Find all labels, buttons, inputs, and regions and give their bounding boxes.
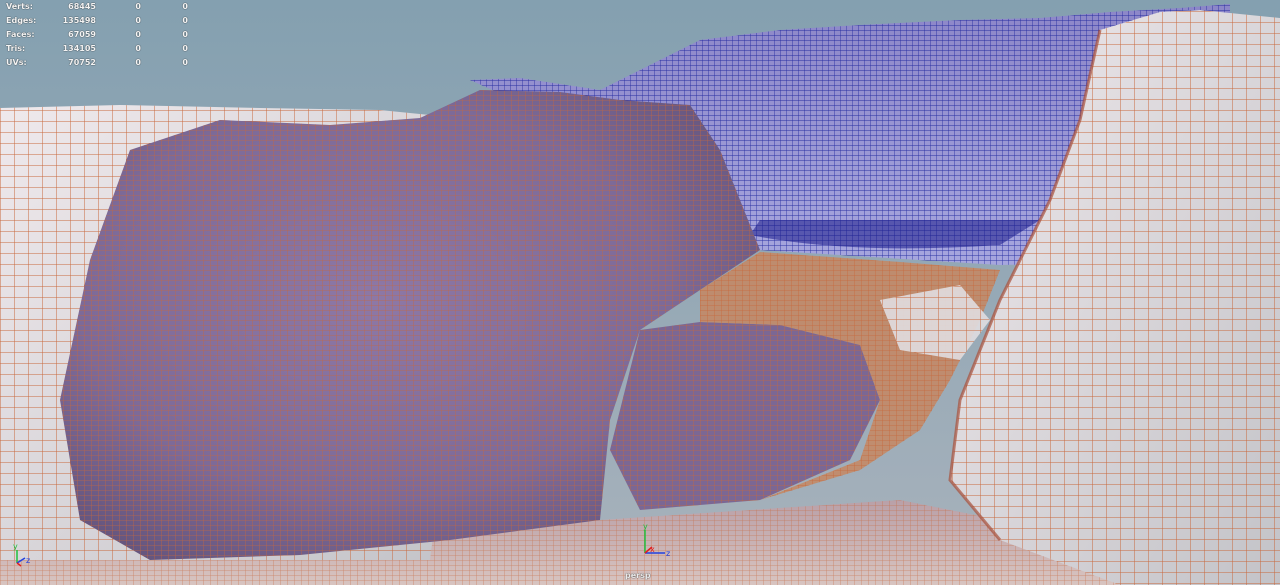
- hud-component-value: 0: [182, 16, 188, 25]
- hud-label: Tris:: [6, 44, 26, 53]
- hud-row-uvs: UVs: 70752 0 0: [6, 56, 188, 70]
- hud-component-value: 0: [182, 44, 188, 53]
- hud-total-value: 70752: [68, 58, 96, 67]
- hud-selected-value: 0: [135, 58, 141, 67]
- terrain-scene[interactable]: y z y x z: [0, 0, 1280, 585]
- hud-row-edges: Edges: 135498 0 0: [6, 14, 188, 28]
- hud-total-value: 67059: [68, 30, 96, 39]
- hud-total-value: 134105: [62, 44, 96, 53]
- viewport-panel[interactable]: y z y x z Verts: 68445 0 0 Edges: 135498 0 0 Fac…: [0, 0, 1280, 585]
- hud-label: Edges:: [6, 16, 37, 25]
- hud-label: UVs:: [6, 58, 27, 67]
- hud-selected-value: 0: [135, 30, 141, 39]
- hud-selected-value: 0: [135, 2, 141, 11]
- pivot-y-label: y: [643, 522, 648, 531]
- gizmo-y-label: y: [13, 542, 18, 551]
- hud-row-verts: Verts: 68445 0 0: [6, 0, 188, 14]
- hud-component-value: 0: [182, 2, 188, 11]
- hud-label: Faces:: [6, 30, 35, 39]
- hud-component-value: 0: [182, 58, 188, 67]
- hud-selected-value: 0: [135, 16, 141, 25]
- hud-row-faces: Faces: 67059 0 0: [6, 28, 188, 42]
- hud-total-value: 135498: [62, 16, 96, 25]
- pivot-z-label: z: [666, 549, 670, 558]
- hud-total-value: 68445: [68, 2, 96, 11]
- hud-label: Verts:: [6, 2, 33, 11]
- hud-component-value: 0: [182, 30, 188, 39]
- camera-name-label: persp: [625, 571, 651, 580]
- hud-row-tris: Tris: 134105 0 0: [6, 42, 188, 56]
- gizmo-z-label: z: [26, 556, 30, 565]
- poly-count-hud: Verts: 68445 0 0 Edges: 135498 0 0 Faces: 67059 0 0…: [6, 0, 188, 70]
- hud-selected-value: 0: [135, 44, 141, 53]
- pivot-x-label: x: [650, 545, 655, 554]
